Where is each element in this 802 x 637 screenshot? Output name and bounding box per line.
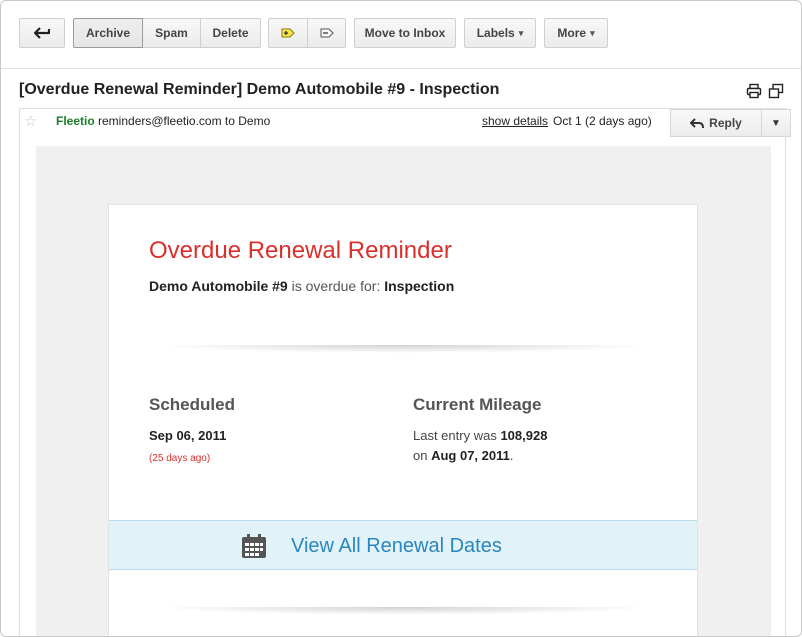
email-subject: [Overdue Renewal Reminder] Demo Automobi… — [19, 81, 500, 98]
label-remove-icon — [320, 28, 334, 38]
overdue-text: is overdue for: — [291, 278, 381, 294]
overdue-duration: (25 days ago) — [149, 453, 211, 464]
labels-dropdown[interactable]: Labels ▾ — [464, 18, 536, 48]
labels-label: Labels — [476, 26, 515, 40]
mileage-prefix: Last entry was — [413, 428, 497, 443]
view-renewal-dates-button[interactable]: View All Renewal Dates — [109, 520, 697, 570]
more-dropdown[interactable]: More ▾ — [544, 18, 608, 48]
spam-label: Spam — [155, 26, 188, 40]
task-name: Inspection — [384, 278, 455, 294]
sender-line: Fleetio reminders@fleetio.com to Demo — [56, 114, 270, 128]
sender-email: reminders@fleetio.com to Demo — [98, 114, 271, 128]
reminder-card: Overdue Renewal Reminder Demo Automobile… — [108, 204, 698, 636]
spam-button[interactable]: Spam — [143, 18, 201, 48]
divider — [154, 345, 654, 353]
mileage-heading: Current Mileage — [413, 395, 542, 414]
reply-options-dropdown[interactable]: ▼ — [761, 109, 791, 137]
toolbar: Archive Spam Delete Move to Inbox Labels… — [1, 1, 801, 69]
message-container: ☆ Fleetio reminders@fleetio.com to Demo … — [19, 108, 791, 636]
mark-important-button[interactable] — [268, 18, 308, 48]
scheduled-heading: Scheduled — [149, 395, 235, 414]
calendar-icon — [242, 534, 266, 558]
email-body-background: Overdue Renewal Reminder Demo Automobile… — [36, 146, 771, 636]
vehicle-name: Demo Automobile #9 — [149, 278, 288, 294]
message-meta: show details Oct 1 (2 days ago) — [482, 114, 652, 128]
star-icon[interactable]: ☆ — [24, 112, 37, 130]
mileage-date-line: on Aug 07, 2011. — [413, 448, 514, 463]
reply-label: Reply — [709, 116, 742, 130]
reply-icon — [690, 117, 705, 128]
mileage-period: . — [509, 448, 514, 463]
back-button[interactable] — [19, 18, 65, 48]
delete-button[interactable]: Delete — [201, 18, 261, 48]
message-header: ☆ Fleetio reminders@fleetio.com to Demo … — [20, 109, 791, 137]
mark-unimportant-button[interactable] — [308, 18, 346, 48]
show-details-link[interactable]: show details — [482, 114, 548, 128]
move-to-inbox-button[interactable]: Move to Inbox — [354, 18, 456, 48]
message-date: Oct 1 (2 days ago) — [553, 114, 652, 128]
reminder-title: Overdue Renewal Reminder — [149, 237, 452, 264]
sender-name[interactable]: Fleetio — [56, 114, 95, 128]
view-renewal-dates-label[interactable]: View All Renewal Dates — [291, 535, 502, 558]
mileage-date: Aug 07, 2011 — [431, 448, 510, 463]
chevron-down-icon: ▾ — [518, 27, 524, 38]
chevron-down-icon: ▾ — [590, 27, 595, 38]
divider — [154, 607, 654, 615]
delete-label: Delete — [212, 26, 249, 40]
scheduled-date: Sep 06, 2011 — [149, 428, 226, 443]
new-window-icon[interactable] — [768, 83, 784, 99]
mileage-line: Last entry was 108,928 — [413, 428, 547, 443]
mileage-value: 108,928 — [500, 428, 548, 443]
reminder-summary: Demo Automobile #9 is overdue for: Inspe… — [149, 278, 454, 294]
reply-button[interactable]: Reply — [670, 109, 762, 137]
archive-button[interactable]: Archive — [73, 18, 143, 48]
more-label: More — [557, 26, 587, 40]
archive-label: Archive — [85, 26, 131, 40]
mileage-on: on — [413, 448, 428, 463]
scheduled-date-value: Sep 06, 2011 — [149, 428, 227, 443]
chevron-down-icon: ▼ — [771, 117, 781, 129]
label-add-icon — [281, 28, 295, 38]
print-icon[interactable] — [746, 83, 762, 99]
email-client-window: Archive Spam Delete Move to Inbox Labels… — [0, 0, 802, 637]
move-to-inbox-label: Move to Inbox — [364, 26, 446, 40]
back-arrow-icon — [34, 27, 50, 39]
